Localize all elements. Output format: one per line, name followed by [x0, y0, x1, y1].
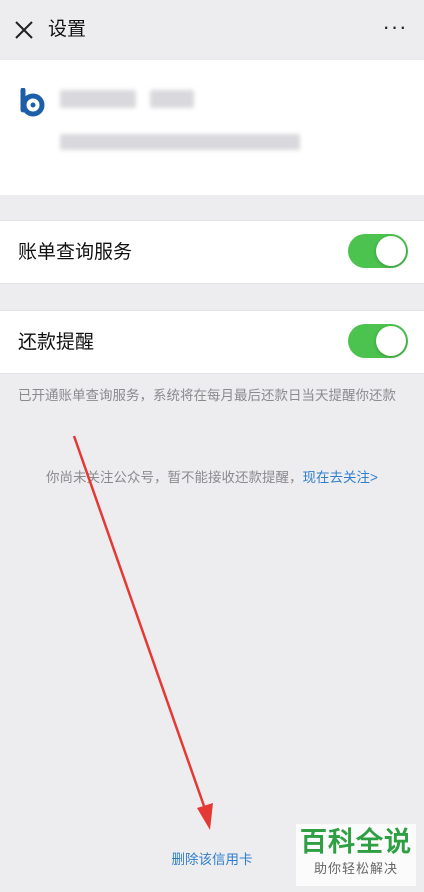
reminder-note: 已开通账单查询服务，系统将在每月最后还款日当天提醒你还款 [18, 388, 396, 403]
bill-query-toggle[interactable] [348, 234, 408, 268]
close-icon [15, 21, 33, 39]
repay-reminder-label: 还款提醒 [18, 332, 95, 353]
more-button[interactable]: ··· [380, 16, 410, 42]
watermark-logo: 百科全说 助你轻松解决 [296, 824, 416, 886]
top-bar: 设置 ··· [0, 0, 424, 60]
repay-reminder-row: 还款提醒 [0, 310, 424, 374]
toggle-knob [376, 326, 406, 356]
follow-now-link[interactable]: 现在去关注> [303, 470, 378, 485]
bill-query-row: 账单查询服务 [0, 220, 424, 284]
repay-reminder-toggle[interactable] [348, 324, 408, 358]
watermark-subtitle: 助你轻松解决 [313, 861, 398, 876]
follow-hint-text: 你尚未关注公众号，暂不能接收还款提醒， [46, 470, 303, 485]
redacted-card-number [60, 134, 300, 150]
bank-logo-icon [20, 88, 45, 117]
watermark-title: 百科全说 [300, 827, 412, 857]
redacted-bank-name [60, 90, 136, 108]
more-icon: ··· [382, 14, 408, 39]
close-button[interactable] [8, 14, 40, 46]
bill-query-label: 账单查询服务 [18, 242, 133, 263]
redacted-bank-name-2 [150, 90, 194, 108]
page-title: 设置 [48, 19, 87, 40]
card-info-section [0, 60, 424, 195]
toggle-knob [376, 236, 406, 266]
follow-hint: 你尚未关注公众号，暂不能接收还款提醒，现在去关注> [0, 468, 424, 488]
